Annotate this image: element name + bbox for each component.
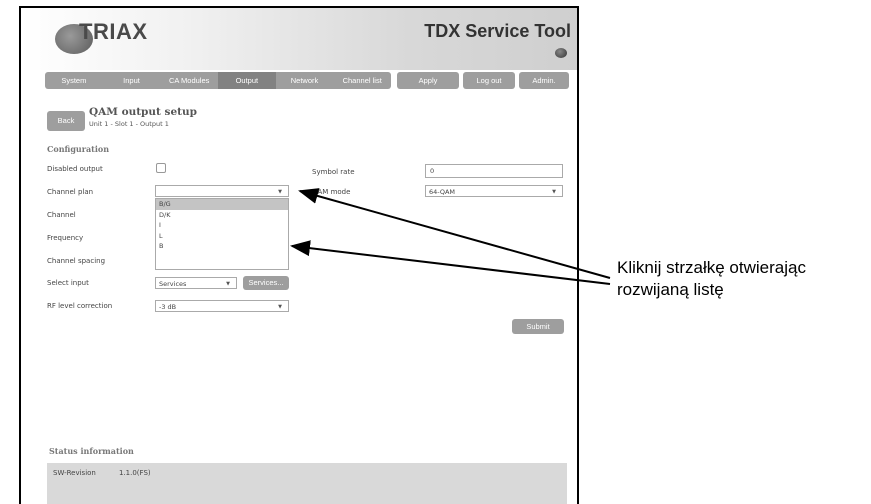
- instruction-annotation: Kliknij strzałkę otwierając rozwijaną li…: [617, 257, 806, 301]
- rf-level-value: -3 dB: [159, 303, 177, 311]
- select-input-value: Services: [159, 280, 187, 288]
- option-l[interactable]: L: [156, 231, 288, 242]
- channel-plan-label: Channel plan: [47, 188, 94, 196]
- page-title: QAM output setup: [89, 106, 197, 118]
- channel-plan-dropdown: B/G D/K I L B: [155, 198, 289, 270]
- annotation-line-1: Kliknij strzałkę otwierając: [617, 258, 806, 277]
- disabled-output-label: Disabled output: [47, 165, 103, 173]
- admin-button[interactable]: Admin.: [519, 72, 569, 89]
- tab-ca-modules[interactable]: CA Modules: [160, 72, 218, 89]
- select-input-select[interactable]: Services ▼: [155, 277, 237, 289]
- logout-button[interactable]: Log out: [463, 72, 515, 89]
- select-input-label: Select input: [47, 279, 89, 287]
- option-dk[interactable]: D/K: [156, 210, 288, 221]
- header: TRIAX TDX Service Tool: [21, 8, 577, 70]
- status-panel: SW-Revision 1.1.0(FS): [47, 463, 567, 504]
- rf-level-select[interactable]: -3 dB ▼: [155, 300, 289, 312]
- tab-channel-list[interactable]: Channel list: [333, 72, 391, 89]
- submit-button[interactable]: Submit: [512, 319, 564, 334]
- back-button[interactable]: Back: [47, 111, 85, 131]
- apply-button[interactable]: Apply: [397, 72, 459, 89]
- chevron-down-icon[interactable]: ▼: [278, 186, 282, 198]
- channel-label: Channel: [47, 211, 76, 219]
- qam-mode-label: QAM mode: [312, 188, 351, 196]
- channel-spacing-label: Channel spacing: [47, 257, 106, 265]
- page-subtitle: Unit 1 - Slot 1 - Output 1: [89, 120, 169, 128]
- tab-input[interactable]: Input: [103, 72, 161, 89]
- main-nav: System Input CA Modules Output Network C…: [45, 72, 391, 89]
- option-bg[interactable]: B/G: [156, 199, 288, 210]
- annotation-line-2: rozwijaną listę: [617, 280, 724, 299]
- disabled-output-checkbox[interactable]: [156, 163, 166, 173]
- tab-output[interactable]: Output: [218, 72, 276, 89]
- logo-text: TRIAX: [79, 19, 148, 44]
- option-i[interactable]: I: [156, 220, 288, 231]
- frequency-label: Frequency: [47, 234, 84, 242]
- tab-network[interactable]: Network: [276, 72, 334, 89]
- symbol-rate-label: Symbol rate: [312, 168, 355, 176]
- symbol-rate-input[interactable]: 0: [425, 164, 563, 178]
- option-b[interactable]: B: [156, 241, 288, 252]
- channel-plan-select[interactable]: ▼: [155, 185, 289, 197]
- tab-system[interactable]: System: [45, 72, 103, 89]
- qam-mode-select[interactable]: 64-QAM ▼: [425, 185, 563, 197]
- qam-mode-value: 64-QAM: [429, 188, 456, 196]
- sw-revision-label: SW-Revision: [53, 469, 96, 477]
- chevron-down-icon[interactable]: ▼: [278, 301, 282, 313]
- status-heading: Status information: [49, 446, 134, 456]
- configuration-heading: Configuration: [47, 144, 110, 154]
- chevron-down-icon[interactable]: ▼: [552, 186, 556, 198]
- app-window: TRIAX TDX Service Tool System Input CA M…: [19, 6, 579, 504]
- chevron-down-icon[interactable]: ▼: [226, 278, 230, 290]
- status-led-icon: [555, 48, 567, 58]
- sw-revision-value: 1.1.0(FS): [119, 469, 151, 477]
- rf-level-label: RF level correction: [47, 302, 113, 310]
- app-title: TDX Service Tool: [424, 21, 571, 41]
- services-button[interactable]: Services...: [243, 276, 289, 290]
